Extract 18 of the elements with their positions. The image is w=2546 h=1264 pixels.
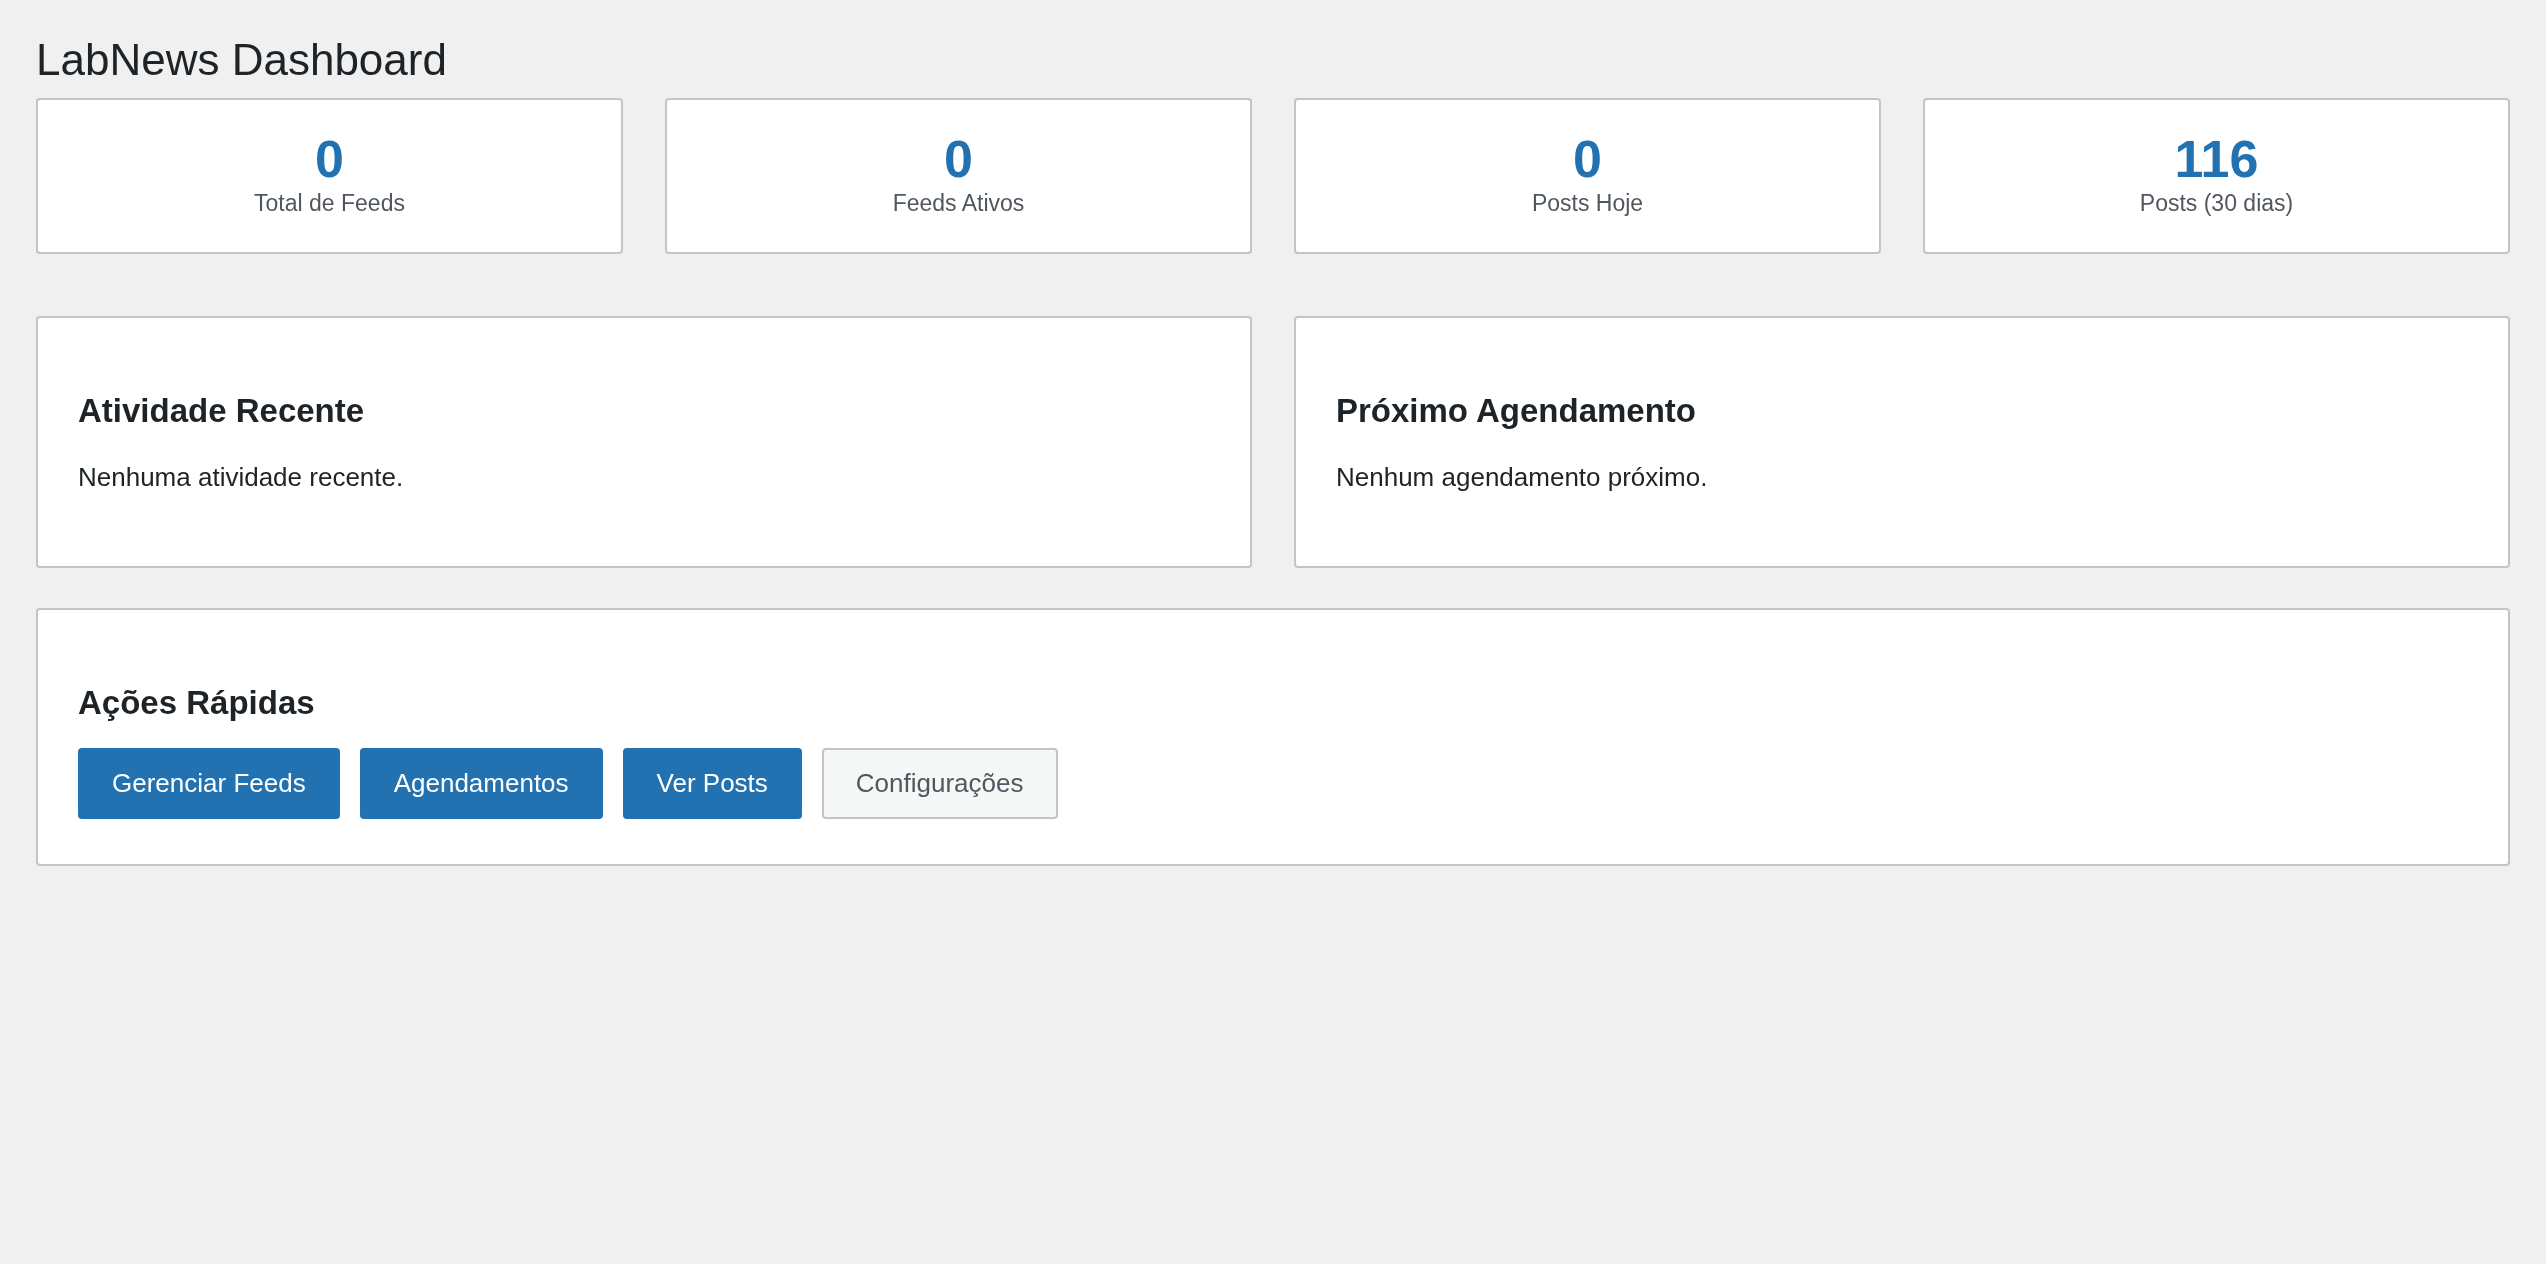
stat-value: 0: [944, 131, 973, 186]
stat-label: Total de Feeds: [254, 188, 405, 218]
page-title: LabNews Dashboard: [36, 34, 447, 86]
stat-label: Posts Hoje: [1531, 188, 1644, 218]
panel-heading: Atividade Recente: [78, 391, 365, 431]
action-button[interactable]: Configurações: [821, 747, 1058, 819]
panel-heading: Próximo Agendamento: [1336, 391, 1696, 431]
stat-value: 0: [1573, 131, 1602, 186]
panel-text: Nenhuma atividade recente.: [78, 461, 404, 492]
stat-label: Feeds Ativos: [892, 188, 1025, 218]
stat-label: Posts (30 dias): [2139, 188, 2294, 218]
action-button[interactable]: Agendamentos: [359, 747, 603, 819]
action-button[interactable]: Ver Posts: [622, 747, 802, 819]
stat-value: 0: [315, 131, 344, 186]
panel-text: Nenhum agendamento próximo.: [1336, 461, 1708, 492]
stat-value: 116: [2174, 131, 2259, 186]
panel-heading: Ações Rápidas: [78, 683, 315, 723]
action-button[interactable]: Gerenciar Feeds: [78, 747, 340, 819]
